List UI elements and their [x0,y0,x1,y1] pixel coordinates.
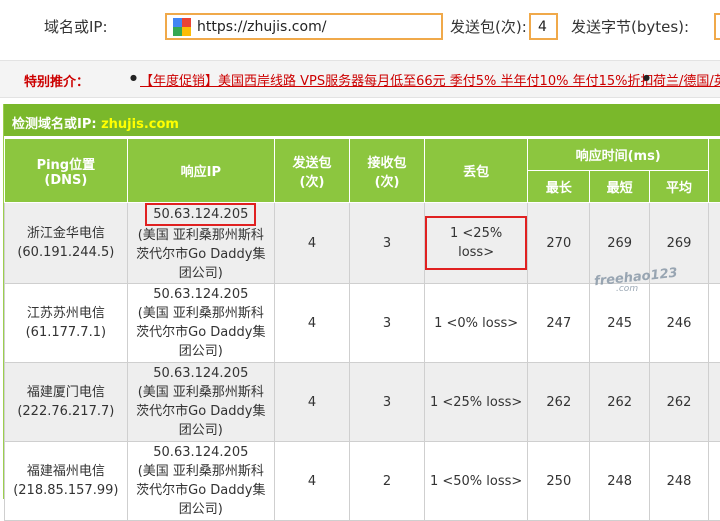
header-avg: 平均 [649,171,708,203]
row-ip: 50.63.124.205(美国 亚利桑那州斯科茨代尔市Go Daddy集团公司… [127,442,274,521]
row-max: 262 [528,363,590,442]
row-sent: 4 [274,363,349,442]
row-max: 247 [528,284,590,363]
promo-link-europe[interactable]: 荷兰/德国/英 [653,70,720,89]
header-max: 最长 [528,171,590,203]
header-recv: 接收包(次) [350,139,425,203]
result-title-prefix: 检测域名或IP: [12,117,101,132]
row-location: 江苏苏州电信(61.177.7.1) [5,284,128,363]
send-bytes-input[interactable]: 32 [714,13,720,40]
header-ip: 响应IP [127,139,274,203]
row-loss: 1 <50% loss> [425,442,528,521]
send-count-label: 发送包(次): [450,16,527,37]
row-loss: 1 <0% loss> [425,284,528,363]
row-location: 福建厦门电信(222.76.217.7) [5,363,128,442]
row-avg: 262 [649,363,708,442]
row-sent: 4 [274,203,349,284]
row-min: 245 [590,284,649,363]
row-max: 250 [528,442,590,521]
row-recv: 3 [350,203,425,284]
site-favicon-icon [173,18,191,36]
row-ip: 50.63.124.205(美国 亚利桑那州斯科茨代尔市Go Daddy集团公司… [127,363,274,442]
domain-input-value: https://zhujis.com/ [197,19,326,35]
watermark-sub: .com [616,284,638,294]
row-loss: 1 <25% loss> [425,363,528,442]
promo-bar: 特别推介： ● 【年度促销】美国西岸线路 VPS服务器每月低至66元 季付5% … [0,60,720,98]
domain-input[interactable]: https://zhujis.com/ [165,13,443,40]
bullet-icon: ● [130,73,137,82]
row-avg: 246 [649,284,708,363]
ping-results-table: Ping位置(DNS) 响应IP 发送包(次) 接收包(次) 丢包 响应时间(m… [4,138,720,521]
table-row: 江苏苏州电信(61.177.7.1) 50.63.124.205(美国 亚利桑那… [5,284,720,363]
result-title-domain: zhujis.com [101,117,179,132]
table-row: 福建福州电信(218.85.157.99) 50.63.124.205(美国 亚… [5,442,720,521]
highlighted-ip: 50.63.124.205 [145,203,256,226]
table-row: 福建厦门电信(222.76.217.7) 50.63.124.205(美国 亚利… [5,363,720,442]
domain-label: 域名或IP: [44,16,108,37]
row-recv: 3 [350,363,425,442]
send-count-input[interactable]: 4 [529,13,558,40]
promo-title: 特别推介： [24,71,89,90]
row-ip: 50.63.124.205(美国 亚利桑那州斯科茨代尔市Go Daddy集团公司… [127,284,274,363]
row-max: 270 [528,203,590,284]
header-location: Ping位置(DNS) [5,139,128,203]
result-panel: 检测域名或IP: zhujis.com Ping位置(DNS) 响应IP 发送包… [3,104,720,499]
header-extra [709,139,720,203]
row-loss: 1 <25% loss> [425,203,528,284]
row-ip: 50.63.124.205(美国 亚利桑那州斯科茨代尔市Go Daddy集团公司… [127,203,274,284]
row-min: 248 [590,442,649,521]
result-title: 检测域名或IP: zhujis.com [4,104,720,136]
row-recv: 3 [350,284,425,363]
bullet-icon: ● [643,73,650,82]
row-min: 262 [590,363,649,442]
header-response-time: 响应时间(ms) [528,139,709,171]
promo-link-vps[interactable]: 【年度促销】美国西岸线路 VPS服务器每月低至66元 季付5% 半年付10% 年… [140,70,653,89]
query-form: 域名或IP: https://zhujis.com/ 发送包(次): 4 发送字… [0,0,720,56]
send-bytes-label: 发送字节(bytes): [571,16,689,37]
row-recv: 2 [350,442,425,521]
header-loss: 丢包 [425,139,528,203]
header-sent: 发送包(次) [274,139,349,203]
row-sent: 4 [274,442,349,521]
row-location: 福建福州电信(218.85.157.99) [5,442,128,521]
highlighted-loss: 1 <25% loss> [425,216,527,270]
row-location: 浙江金华电信(60.191.244.5) [5,203,128,284]
row-sent: 4 [274,284,349,363]
row-avg: 248 [649,442,708,521]
header-min: 最短 [590,171,649,203]
